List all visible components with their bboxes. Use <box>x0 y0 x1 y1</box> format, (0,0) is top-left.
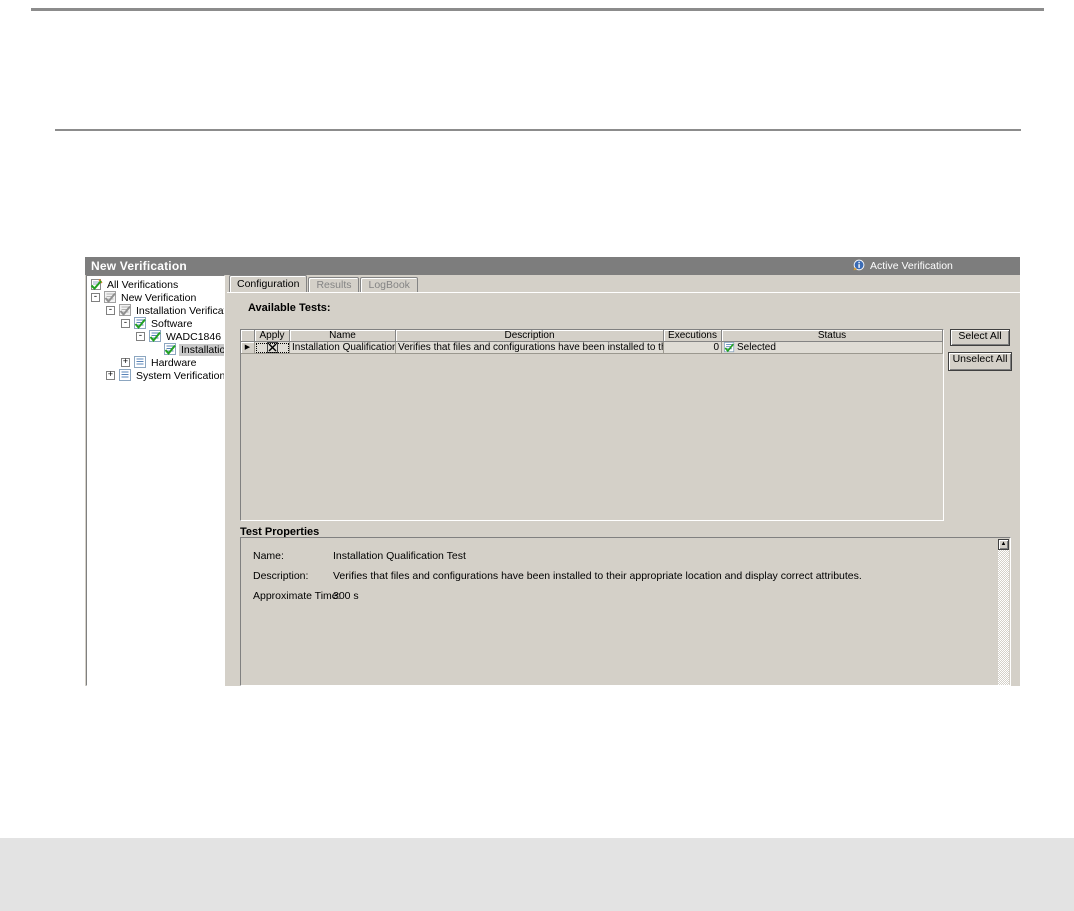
column-header-apply[interactable]: Apply <box>255 330 290 342</box>
tab-logbook[interactable]: LogBook <box>360 277 418 292</box>
titlebar: New Verification Active Verification <box>85 257 1020 275</box>
doc-lines-icon <box>134 356 146 368</box>
tree-item-installation-verification[interactable]: - Installation Verification <box>87 304 224 317</box>
header-rule <box>55 129 1021 131</box>
tree-label: Hardware <box>151 356 197 369</box>
status-selected-icon <box>724 342 735 353</box>
app-window: New Verification Active Verification All… <box>85 257 1020 686</box>
tree-label-selected: Installation <box>179 343 224 356</box>
active-verification-label: Active Verification <box>870 259 953 272</box>
property-label: Approximate Time: <box>253 590 341 602</box>
tree-label: WADC1846 <box>166 330 222 343</box>
property-value: Verifies that files and configurations h… <box>333 570 862 582</box>
footer-band <box>0 838 1074 911</box>
column-header-name[interactable]: Name <box>290 330 396 342</box>
window-title: New Verification <box>91 259 187 273</box>
property-time-row: Approximate Time: 300 s <box>253 590 359 602</box>
top-rule <box>31 8 1044 11</box>
tree-label: New Verification <box>121 291 197 304</box>
tree-item-installation[interactable]: Installation <box>87 343 224 356</box>
tab-bar: Configuration Results LogBook <box>229 275 419 292</box>
verification-tree: All Verifications - New Verification - I… <box>86 275 225 686</box>
tab-results[interactable]: Results <box>308 277 360 292</box>
tree-item-new-verification[interactable]: - New Verification <box>87 291 224 304</box>
tab-divider <box>227 292 1020 293</box>
selector-column-header <box>241 330 255 342</box>
collapse-icon[interactable]: - <box>106 306 115 315</box>
property-label: Description: <box>253 570 309 582</box>
main-panel: Configuration Results LogBook Available … <box>227 275 1020 686</box>
grid-header: Apply Name Description Executions Status <box>241 330 943 342</box>
apply-cell[interactable] <box>255 342 290 354</box>
collapse-icon[interactable]: - <box>91 293 100 302</box>
checked-doc-gray-icon <box>104 291 116 304</box>
verifications-root-icon <box>90 279 103 290</box>
status-cell[interactable]: Selected <box>722 342 943 354</box>
collapse-icon[interactable]: - <box>121 319 130 328</box>
tab-configuration[interactable]: Configuration <box>229 275 308 292</box>
test-description-cell[interactable]: Verifies that files and configurations h… <box>396 342 664 354</box>
property-value: 300 s <box>333 590 359 602</box>
tree-label: Software <box>151 317 193 330</box>
available-tests-grid: Apply Name Description Executions Status… <box>240 329 944 521</box>
tree-item-hardware[interactable]: + Hardware <box>87 356 224 369</box>
checked-doc-gray-icon <box>119 304 131 317</box>
select-all-button[interactable]: Select All <box>950 329 1010 346</box>
vertical-scrollbar[interactable]: ▲ <box>998 539 1009 685</box>
column-header-description[interactable]: Description <box>396 330 664 342</box>
tree-label: System Verification <box>136 369 225 382</box>
checked-doc-icon <box>164 343 176 356</box>
apply-checkbox[interactable] <box>266 342 278 353</box>
property-value: Installation Qualification Test <box>333 550 466 562</box>
tree-item-system-verification[interactable]: + System Verification <box>87 369 224 382</box>
available-tests-heading: Available Tests: <box>248 302 331 314</box>
property-name-row: Name: Installation Qualification Test <box>253 550 466 562</box>
row-selector-arrow-icon: ▶ <box>244 343 251 351</box>
document-page: New Verification Active Verification All… <box>0 0 1074 911</box>
tree-item-all-verifications[interactable]: All Verifications <box>87 278 224 291</box>
collapse-icon[interactable]: - <box>136 332 145 341</box>
unselect-all-button[interactable]: Unselect All <box>948 352 1012 371</box>
table-row[interactable]: ▶ Installation Qualification... Verifies… <box>241 342 943 354</box>
row-selector-cell[interactable]: ▶ <box>241 342 255 354</box>
scroll-up-button[interactable]: ▲ <box>998 539 1009 550</box>
tree-item-software[interactable]: - Software <box>87 317 224 330</box>
checkmark-x-icon <box>268 343 276 352</box>
expand-icon[interactable]: + <box>106 371 115 380</box>
checked-doc-icon <box>149 330 161 343</box>
info-icon <box>853 259 865 271</box>
property-description-row: Description: Verifies that files and con… <box>253 570 862 582</box>
active-verification-indicator: Active Verification <box>852 259 953 272</box>
checked-doc-icon <box>134 317 146 330</box>
executions-cell[interactable]: 0 <box>664 342 722 354</box>
tree-label: Installation Verification <box>136 304 224 317</box>
tree-label: All Verifications <box>107 278 179 291</box>
tree-item-wadc1846[interactable]: - WADC1846 <box>87 330 224 343</box>
property-label: Name: <box>253 550 284 562</box>
doc-lines-icon <box>119 369 131 381</box>
expand-icon[interactable]: + <box>121 358 130 367</box>
test-name-cell[interactable]: Installation Qualification... <box>290 342 396 354</box>
column-header-executions[interactable]: Executions <box>664 330 722 342</box>
column-header-status[interactable]: Status <box>722 330 943 342</box>
status-text: Selected <box>737 342 776 353</box>
test-properties-panel: Name: Installation Qualification Test De… <box>240 537 1011 686</box>
